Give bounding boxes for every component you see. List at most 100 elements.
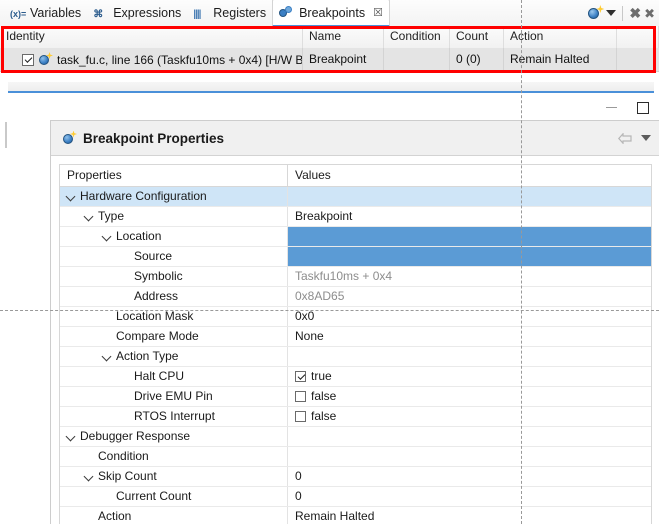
- property-name-cell[interactable]: Condition: [60, 447, 288, 466]
- property-value-cell[interactable]: [288, 447, 651, 466]
- property-value-text: 0x8AD65: [295, 289, 345, 303]
- panel-accent-rule: [8, 91, 654, 93]
- no-twisty-spacer: [85, 512, 94, 521]
- tab-registers[interactable]: |||| Registers: [187, 1, 272, 26]
- chevron-down-icon[interactable]: [67, 192, 76, 201]
- tab-close-icon[interactable]: ☒: [373, 6, 383, 19]
- property-value-cell[interactable]: None: [288, 327, 651, 346]
- no-twisty-spacer: [121, 392, 130, 401]
- property-label: Debugger Response: [80, 429, 191, 443]
- property-name-cell[interactable]: Location: [60, 227, 288, 246]
- property-name-cell[interactable]: Type: [60, 207, 288, 226]
- tab-expressions[interactable]: ⌘ Expressions: [87, 1, 187, 26]
- cell-identity[interactable]: task_fu.c, line 166 (Taskfu10ms + 0x4) […: [0, 48, 303, 71]
- property-value-cell[interactable]: Remain Halted: [288, 507, 651, 524]
- property-row[interactable]: Current Count 0: [60, 487, 651, 507]
- column-header-condition[interactable]: Condition: [384, 26, 450, 48]
- property-value-text: 0: [295, 469, 302, 483]
- view-menu-dropdown-icon[interactable]: [606, 10, 617, 16]
- view-tab-bar: (x)= Variables ⌘ Expressions |||| Registers Br…: [0, 0, 659, 27]
- chevron-down-icon[interactable]: [67, 432, 76, 441]
- property-row[interactable]: Skip Count 0: [60, 467, 651, 487]
- property-row[interactable]: Condition: [60, 447, 651, 467]
- property-value-checkbox[interactable]: [295, 411, 306, 422]
- property-name-cell[interactable]: Current Count: [60, 487, 288, 506]
- property-value-cell[interactable]: [288, 187, 651, 206]
- view-toolbar: ✖ ✖: [588, 0, 657, 26]
- property-row[interactable]: Address 0x8AD65: [60, 287, 651, 307]
- remove-all-breakpoints-icon[interactable]: ✖: [644, 7, 655, 20]
- property-row[interactable]: Symbolic Taskfu10ms + 0x4: [60, 267, 651, 287]
- property-row[interactable]: Action Remain Halted: [60, 507, 651, 524]
- chevron-down-icon[interactable]: [85, 212, 94, 221]
- dropdown-caret-icon[interactable]: [641, 135, 651, 141]
- tab-breakpoints[interactable]: Breakpoints ☒: [272, 0, 390, 27]
- tab-label: Breakpoints: [299, 5, 366, 20]
- property-value-text: false: [311, 389, 337, 403]
- back-arrow-icon[interactable]: [618, 132, 632, 144]
- property-value-checkbox[interactable]: [295, 391, 306, 402]
- property-name-cell[interactable]: Action Type: [60, 347, 288, 366]
- property-name-cell[interactable]: Address: [60, 287, 288, 306]
- property-row[interactable]: Debugger Response: [60, 427, 651, 447]
- breakpoints-table-header: Identity Name Condition Count Action: [0, 26, 659, 49]
- property-value-text: None: [295, 329, 324, 343]
- property-row[interactable]: Action Type: [60, 347, 651, 367]
- property-row[interactable]: Compare Mode None: [60, 327, 651, 347]
- property-row[interactable]: RTOS Interrupt false: [60, 407, 651, 427]
- property-value-checkbox[interactable]: [295, 371, 306, 382]
- property-value-cell[interactable]: [288, 247, 651, 266]
- property-name-cell[interactable]: Source: [60, 247, 288, 266]
- property-value-cell[interactable]: Taskfu10ms + 0x4: [288, 267, 651, 286]
- property-name-cell[interactable]: Halt CPU: [60, 367, 288, 386]
- tab-label: Expressions: [113, 6, 182, 20]
- property-value-cell[interactable]: 0: [288, 467, 651, 486]
- cell-count[interactable]: 0 (0): [450, 48, 504, 71]
- property-name-cell[interactable]: Action: [60, 507, 288, 524]
- property-row[interactable]: Drive EMU Pin false: [60, 387, 651, 407]
- property-name-cell[interactable]: Symbolic: [60, 267, 288, 286]
- column-header-name[interactable]: Name: [303, 26, 384, 48]
- property-value-cell[interactable]: false: [288, 407, 651, 426]
- minimize-button[interactable]: [606, 106, 617, 108]
- chevron-down-icon[interactable]: [103, 352, 112, 361]
- chevron-down-icon[interactable]: [103, 232, 112, 241]
- table-row[interactable]: task_fu.c, line 166 (Taskfu10ms + 0x4) […: [0, 48, 659, 72]
- property-row[interactable]: Halt CPU true: [60, 367, 651, 387]
- column-header-filler: [617, 26, 659, 48]
- property-name-cell[interactable]: Hardware Configuration: [60, 187, 288, 206]
- property-label: Current Count: [116, 489, 192, 503]
- cell-condition[interactable]: [384, 48, 450, 71]
- no-twisty-spacer: [121, 372, 130, 381]
- property-name-cell[interactable]: Drive EMU Pin: [60, 387, 288, 406]
- property-name-cell[interactable]: Compare Mode: [60, 327, 288, 346]
- property-value-text: false: [311, 409, 337, 423]
- property-value-cell[interactable]: [288, 427, 651, 446]
- property-value-text: Breakpoint: [295, 209, 353, 223]
- property-value-cell[interactable]: false: [288, 387, 651, 406]
- property-value-cell[interactable]: [288, 347, 651, 366]
- property-value-cell[interactable]: 0: [288, 487, 651, 506]
- property-row[interactable]: Location: [60, 227, 651, 247]
- maximize-button[interactable]: [637, 102, 649, 114]
- property-row[interactable]: Source: [60, 247, 651, 267]
- cell-name[interactable]: Breakpoint: [303, 48, 384, 71]
- column-header-identity[interactable]: Identity: [0, 26, 303, 48]
- property-value-cell[interactable]: [288, 227, 651, 246]
- registers-icon: ||||: [193, 9, 201, 20]
- column-header-count[interactable]: Count: [450, 26, 504, 48]
- property-value-cell[interactable]: 0x8AD65: [288, 287, 651, 306]
- new-breakpoint-icon[interactable]: [588, 5, 605, 20]
- property-name-cell[interactable]: RTOS Interrupt: [60, 407, 288, 426]
- cell-filler: [617, 48, 659, 71]
- property-value-cell[interactable]: true: [288, 367, 651, 386]
- property-name-cell[interactable]: Skip Count: [60, 467, 288, 486]
- chevron-down-icon[interactable]: [85, 472, 94, 481]
- breakpoint-enabled-checkbox[interactable]: [22, 53, 34, 66]
- property-name-cell[interactable]: Debugger Response: [60, 427, 288, 446]
- property-row[interactable]: Type Breakpoint: [60, 207, 651, 227]
- property-row[interactable]: Hardware Configuration: [60, 187, 651, 207]
- tab-variables[interactable]: (x)= Variables: [4, 1, 87, 26]
- remove-breakpoint-icon[interactable]: ✖: [629, 6, 641, 20]
- property-value-cell[interactable]: Breakpoint: [288, 207, 651, 226]
